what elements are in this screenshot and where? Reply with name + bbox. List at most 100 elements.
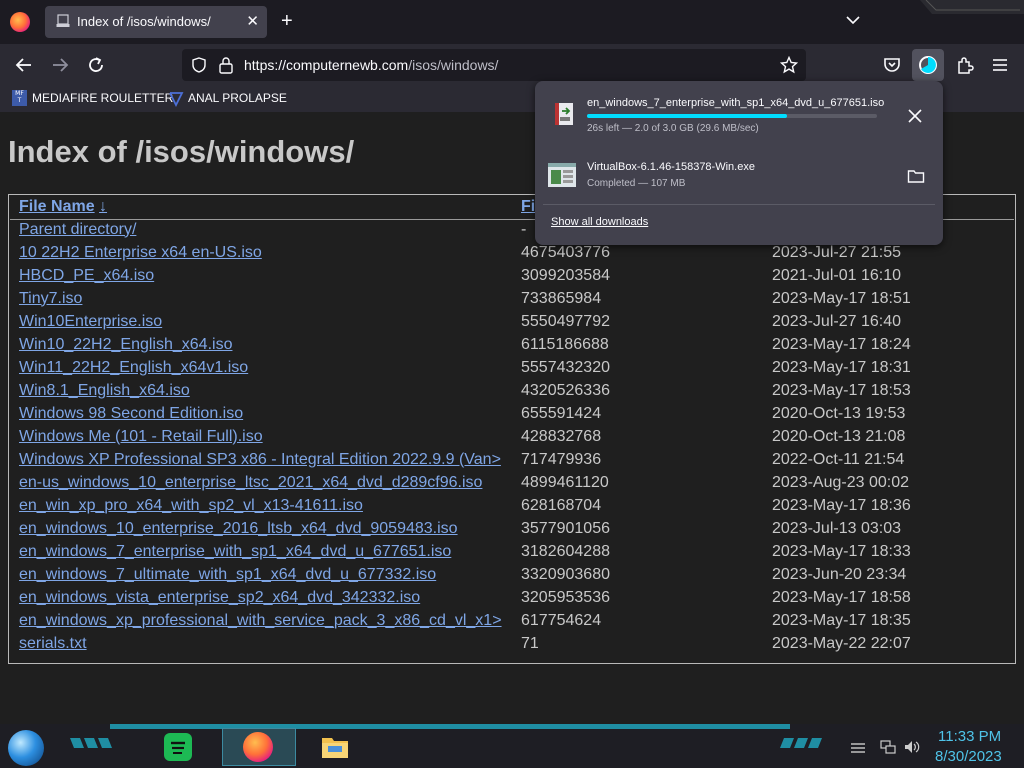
file-link[interactable]: Tiny7.iso [19,290,82,307]
file-link[interactable]: serials.txt [19,635,87,652]
taskbar-decoration-left [70,738,112,748]
list-all-tabs-icon[interactable] [845,12,861,28]
file-size-cell: 3205953536 [521,588,610,606]
file-name-cell: Win11_22H2_English_x64v1.iso [19,356,521,379]
bookmark-label: MEDIAFIRE ROULETTER [32,91,174,105]
file-date-cell: 2023-May-17 18:33 [772,542,911,560]
new-tab-icon[interactable]: + [281,10,293,33]
sort-arrow-icon[interactable]: ↓ [99,198,107,215]
tab-title: Index of /isos/windows/ [77,14,211,29]
mediafire-favicon-icon: MF T [12,90,27,106]
bookmark-star-icon[interactable] [780,56,798,74]
file-date-cell: 2023-Jul-27 16:40 [772,312,901,330]
download-status: 26s left — 2.0 of 3.0 GB (29.6 MB/sec) [587,123,759,134]
file-date-cell: 2023-May-22 22:07 [772,634,911,652]
download-filename: VirtualBox-6.1.46-158378-Win.exe [587,161,755,173]
file-link[interactable]: 10 22H2 Enterprise x64 en-US.iso [19,244,262,261]
exe-file-icon [548,163,576,187]
file-link[interactable]: en_windows_xp_professional_with_service_… [19,612,502,629]
file-link[interactable]: en_windows_7_enterprise_with_sp1_x64_dvd… [19,543,451,560]
downloads-button[interactable] [912,49,944,81]
file-date-cell: 2023-May-17 18:51 [772,289,911,307]
download-item-active[interactable]: en_windows_7_enterprise_with_sp1_x64_dvd… [535,81,943,153]
reload-icon[interactable] [84,53,108,77]
spotify-app-icon[interactable] [163,732,193,762]
taskbar-accent-band [110,724,790,729]
sort-by-name-link[interactable]: File Name [19,198,95,215]
file-link[interactable]: en_windows_vista_enterprise_sp2_x64_dvd_… [19,589,420,606]
column-header-name[interactable]: File Name ↓ [19,195,521,218]
show-all-downloads-button[interactable]: Show all downloads [551,216,648,228]
table-row: en_windows_vista_enterprise_sp2_x64_dvd_… [19,586,1013,609]
file-size-cell: 655591424 [521,404,602,422]
file-link[interactable]: HBCD_PE_x64.iso [19,267,154,284]
file-size-cell: 71 [521,634,539,652]
bookmark-item-2[interactable]: ANAL PROLAPSE [168,89,288,109]
file-date-cell: 2023-Jun-20 23:34 [772,565,907,583]
tab-active[interactable]: Index of /isos/windows/ ✕ [45,6,267,38]
clock-date[interactable]: 8/30/2023 [935,748,1002,765]
file-date-cell: 2023-May-17 18:35 [772,611,911,629]
cancel-download-icon[interactable] [907,108,923,124]
clock-time[interactable]: 11:33 PM [938,728,1001,745]
volume-icon[interactable] [904,740,920,754]
page-title: Index of /isos/windows/ [8,134,355,169]
favicon-icon [56,14,70,27]
file-size-cell: 3577901056 [521,519,610,537]
file-link[interactable]: Windows Me (101 - Retail Full).iso [19,428,263,445]
extensions-icon[interactable] [953,53,977,77]
bookmark-item-mediafire[interactable]: MF T MEDIAFIRE ROULETTER [12,89,173,109]
taskbar-firefox-active[interactable] [222,728,296,766]
file-name-cell: Win10Enterprise.iso [19,310,521,333]
file-date-cell: 2023-Aug-23 00:02 [772,473,909,491]
file-size-cell: 5550497792 [521,312,610,330]
table-row: Windows XP Professional SP3 x86 - Integr… [19,448,1013,471]
file-size-cell: 628168704 [521,496,602,514]
tab-strip: Index of /isos/windows/ ✕ + [0,0,1024,44]
url-bar[interactable]: https://computernewb.com/isos/windows/ [182,49,806,81]
bookmark-favicon-icon [169,92,184,107]
menu-icon[interactable] [988,53,1012,77]
column-name-label: File Name [19,197,95,215]
action-center-icon[interactable] [850,740,866,754]
show-in-folder-icon[interactable] [907,168,925,184]
table-row: Win10Enterprise.iso 5550497792 2023-Jul-27… [19,310,1013,333]
lock-icon[interactable] [218,56,234,74]
panel-divider [543,204,935,205]
file-size-cell: 4899461120 [521,473,609,491]
file-link[interactable]: Win10Enterprise.iso [19,313,162,330]
start-button[interactable] [8,730,44,766]
file-link[interactable]: Win11_22H2_English_x64v1.iso [19,359,248,376]
table-row: Tiny7.iso 733865984 2023-May-17 18:51 [19,287,1013,310]
url-path: /isos/windows/ [408,57,499,73]
pocket-icon[interactable] [880,53,904,77]
url-text[interactable]: https://computernewb.com/isos/windows/ [244,57,498,73]
file-date-cell: 2020-Oct-13 21:08 [772,427,906,445]
file-link[interactable]: Win10_22H2_English_x64.iso [19,336,232,353]
table-row: Win8.1_English_x64.iso 4320526336 2023-May… [19,379,1013,402]
forward-icon[interactable] [48,53,72,77]
file-link[interactable]: en_windows_7_ultimate_with_sp1_x64_dvd_u… [19,566,436,583]
firefox-logo-icon[interactable] [10,12,30,32]
file-link[interactable]: en_win_xp_pro_x64_with_sp2_vl_x13-41611.… [19,497,363,514]
table-row: en-us_windows_10_enterprise_ltsc_2021_x6… [19,471,1013,494]
shield-icon[interactable] [190,56,208,74]
file-name-cell: en_win_xp_pro_x64_with_sp2_vl_x13-41611.… [19,494,521,517]
network-icon[interactable] [880,740,896,754]
file-link[interactable]: Win8.1_English_x64.iso [19,382,190,399]
file-link[interactable]: Windows XP Professional SP3 x86 - Integr… [19,451,501,468]
sort-by-size-link[interactable]: Fi [521,198,535,215]
back-icon[interactable] [12,53,36,77]
tab-close-icon[interactable]: ✕ [246,12,259,30]
file-link[interactable]: en-us_windows_10_enterprise_ltsc_2021_x6… [19,474,482,491]
file-link[interactable]: Windows 98 Second Edition.iso [19,405,243,422]
file-date-cell: 2023-Jul-13 03:03 [772,519,901,537]
file-explorer-app-icon[interactable] [320,732,350,762]
file-name-cell: Win10_22H2_English_x64.iso [19,333,521,356]
file-name-cell: Windows Me (101 - Retail Full).iso [19,425,521,448]
file-link[interactable]: en_windows_10_enterprise_2016_ltsb_x64_d… [19,520,458,537]
file-size-cell: 3099203584 [521,266,610,284]
file-link[interactable]: Parent directory/ [19,221,136,238]
download-item-completed[interactable]: VirtualBox-6.1.46-158378-Win.exe Complet… [535,153,943,199]
file-listing-table: File Name ↓ Fi Parent directory/-10 22H2… [8,194,1016,664]
